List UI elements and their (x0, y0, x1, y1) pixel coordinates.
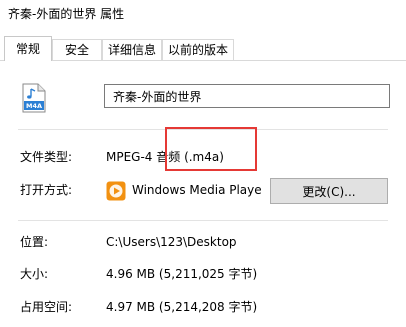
tab-details[interactable]: 详细信息 (102, 39, 162, 60)
audio-file-icon: M4A (22, 83, 46, 113)
change-app-button[interactable]: 更改(C)... (270, 178, 388, 204)
separator (18, 220, 388, 221)
size-label: 大小: (20, 267, 49, 281)
file-type-label: 文件类型: (20, 150, 73, 164)
media-player-icon (106, 181, 126, 201)
window-title: 齐秦-外面的世界 属性 (8, 7, 125, 21)
highlight-annotation-box (165, 127, 257, 171)
tab-general[interactable]: 常规 (4, 36, 52, 61)
disk-size-label: 占用空间: (20, 300, 73, 314)
file-icon-label: M4A (26, 102, 42, 110)
file-name-input[interactable] (104, 84, 390, 108)
open-with-app-name: Windows Media Playe (132, 183, 262, 197)
size-value: 4.96 MB (5,211,025 字节) (106, 267, 258, 281)
location-value: C:\Users\123\Desktop (106, 235, 237, 249)
disk-size-value: 4.97 MB (5,214,208 字节) (106, 300, 258, 314)
tab-security[interactable]: 安全 (52, 39, 102, 60)
tab-previous-versions[interactable]: 以前的版本 (162, 39, 234, 60)
open-with-label: 打开方式: (20, 183, 73, 197)
location-label: 位置: (20, 235, 49, 249)
title-bar[interactable]: 齐秦-外面的世界 属性 (0, 0, 406, 30)
